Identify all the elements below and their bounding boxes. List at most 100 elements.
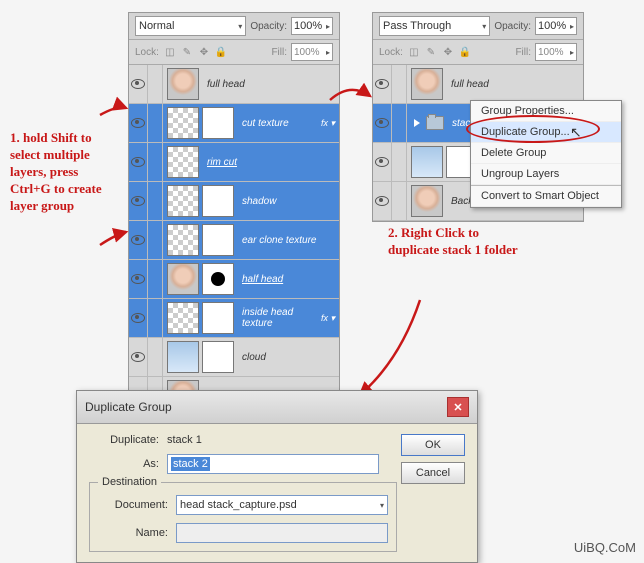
- layer-thumbnails: [407, 185, 447, 217]
- dialog-titlebar: Duplicate Group ✕: [77, 391, 477, 424]
- layer-row[interactable]: shadow: [129, 182, 339, 221]
- layer-mask-thumb[interactable]: [202, 341, 234, 373]
- lock-paint-icon[interactable]: ✎: [180, 45, 194, 59]
- blend-mode-select[interactable]: Pass Through ▾: [379, 16, 490, 36]
- fill-input[interactable]: 100%▸: [291, 43, 333, 61]
- link-col: [148, 182, 163, 220]
- layer-mask-thumb[interactable]: [202, 107, 234, 139]
- lock-all-icon[interactable]: 🔒: [214, 45, 228, 59]
- layer-mask-thumb[interactable]: [202, 185, 234, 217]
- duplicate-value: stack 1: [167, 434, 379, 446]
- layer-row[interactable]: half head: [129, 260, 339, 299]
- opacity-value: 100%: [538, 20, 566, 32]
- blend-mode-value: Normal: [139, 20, 174, 32]
- menu-item-delete-group[interactable]: Delete Group: [471, 143, 621, 164]
- document-label: Document:: [98, 499, 168, 511]
- layer-name: cut texture: [238, 118, 321, 129]
- opacity-input[interactable]: 100%▸: [291, 17, 333, 35]
- menu-item-duplicate-group[interactable]: Duplicate Group...: [471, 122, 621, 143]
- annotation-step-2: 2. Right Click to duplicate stack 1 fold…: [388, 225, 528, 259]
- lock-paint-icon[interactable]: ✎: [424, 45, 438, 59]
- lock-move-icon[interactable]: ✥: [197, 45, 211, 59]
- link-col: [148, 338, 163, 376]
- context-menu: Group Properties... Duplicate Group... D…: [470, 100, 622, 208]
- layer-mask-thumb[interactable]: [202, 224, 234, 256]
- layer-name: half head: [238, 274, 339, 285]
- visibility-toggle[interactable]: [129, 104, 148, 142]
- visibility-toggle[interactable]: [129, 299, 148, 337]
- eye-icon: [375, 196, 389, 206]
- layers-panel-left: Normal▾ Opacity: 100%▸ Lock: ◫ ✎ ✥ 🔒 Fil…: [128, 12, 340, 417]
- fill-input[interactable]: 100%▸: [535, 43, 577, 61]
- chevron-right-icon: ▸: [326, 22, 330, 31]
- link-col: [148, 65, 163, 103]
- visibility-toggle[interactable]: [129, 182, 148, 220]
- layer-row[interactable]: cut texturefx ▾: [129, 104, 339, 143]
- blend-mode-value: Pass Through: [383, 20, 451, 32]
- layer-row[interactable]: full head: [129, 65, 339, 104]
- layer-row[interactable]: full head: [373, 65, 583, 104]
- layer-thumbnails: [407, 116, 448, 130]
- visibility-toggle[interactable]: [373, 104, 392, 142]
- layer-name: inside head texture: [238, 307, 321, 329]
- eye-icon: [375, 118, 389, 128]
- link-col: [148, 104, 163, 142]
- annotation-step-1: 1. hold Shift to select multiple layers,…: [10, 130, 120, 214]
- lock-row: Lock: ◫ ✎ ✥ 🔒 Fill: 100%▸: [373, 40, 583, 65]
- chevron-right-icon: ▸: [326, 48, 330, 57]
- opacity-input[interactable]: 100%▸: [535, 17, 577, 35]
- blend-mode-select[interactable]: Normal ▾: [135, 16, 246, 36]
- lock-transparency-icon[interactable]: ◫: [163, 45, 177, 59]
- eye-icon: [131, 157, 145, 167]
- fx-badge[interactable]: fx ▾: [321, 313, 339, 324]
- dialog-buttons: OK Cancel: [401, 434, 465, 490]
- layer-row[interactable]: ear clone texture: [129, 221, 339, 260]
- lock-move-icon[interactable]: ✥: [441, 45, 455, 59]
- layer-mask-thumb[interactable]: [202, 263, 234, 295]
- lock-label: Lock:: [379, 47, 403, 58]
- lock-row: Lock: ◫ ✎ ✥ 🔒 Fill: 100%▸: [129, 40, 339, 65]
- duplicate-group-dialog: Duplicate Group ✕ OK Cancel Duplicate: s…: [76, 390, 478, 563]
- visibility-toggle[interactable]: [373, 182, 392, 220]
- cancel-button[interactable]: Cancel: [401, 462, 465, 484]
- ok-button[interactable]: OK: [401, 434, 465, 456]
- close-button[interactable]: ✕: [447, 397, 469, 417]
- name-input[interactable]: [176, 523, 388, 543]
- link-col: [392, 104, 407, 142]
- link-col: [392, 65, 407, 103]
- visibility-toggle[interactable]: [373, 143, 392, 181]
- layer-name: rim cut: [203, 157, 339, 168]
- duplicate-label: Duplicate:: [89, 434, 159, 446]
- layer-row[interactable]: rim cut: [129, 143, 339, 182]
- as-input[interactable]: stack 2: [167, 454, 379, 474]
- lock-icons: ◫ ✎ ✥ 🔒: [163, 45, 228, 59]
- chevron-down-icon: ▾: [482, 22, 486, 31]
- document-select[interactable]: head stack_capture.psd▾: [176, 495, 388, 515]
- destination-legend: Destination: [98, 476, 161, 488]
- eye-icon: [375, 79, 389, 89]
- layer-row[interactable]: inside head texturefx ▾: [129, 299, 339, 338]
- lock-transparency-icon[interactable]: ◫: [407, 45, 421, 59]
- watermark: UiBQ.CoM: [574, 540, 636, 555]
- menu-item-ungroup-layers[interactable]: Ungroup Layers: [471, 164, 621, 185]
- layer-name: full head: [447, 79, 583, 90]
- layer-thumbnails: [163, 185, 238, 217]
- visibility-toggle[interactable]: [129, 338, 148, 376]
- visibility-toggle[interactable]: [129, 143, 148, 181]
- chevron-down-icon: ▾: [238, 22, 242, 31]
- menu-item-convert-to-smart-object[interactable]: Convert to Smart Object: [471, 186, 621, 207]
- lock-all-icon[interactable]: 🔒: [458, 45, 472, 59]
- visibility-toggle[interactable]: [129, 65, 148, 103]
- opacity-label: Opacity:: [494, 21, 531, 32]
- fx-badge[interactable]: fx ▾: [321, 118, 339, 129]
- visibility-toggle[interactable]: [129, 260, 148, 298]
- eye-icon: [131, 235, 145, 245]
- visibility-toggle[interactable]: [373, 65, 392, 103]
- layer-row[interactable]: cloud: [129, 338, 339, 377]
- visibility-toggle[interactable]: [129, 221, 148, 259]
- layer-mask-thumb[interactable]: [202, 302, 234, 334]
- document-value: head stack_capture.psd: [180, 499, 297, 511]
- cursor-icon: ↖: [570, 124, 582, 141]
- menu-item-group-properties[interactable]: Group Properties...: [471, 101, 621, 122]
- as-label: As:: [89, 458, 159, 470]
